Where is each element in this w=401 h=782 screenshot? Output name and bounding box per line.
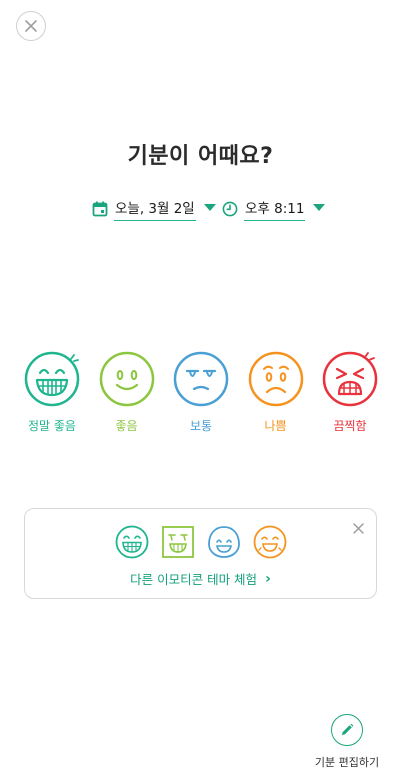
time-caret-icon <box>313 203 326 211</box>
date-caret-icon <box>203 203 216 211</box>
date-picker[interactable]: 오늘, 3월 2일 <box>92 197 216 221</box>
edit-mood-button[interactable]: 기분 편집하기 <box>314 714 380 770</box>
mood-meh[interactable]: 보통 <box>169 351 233 434</box>
mood-label: 좋음 <box>115 419 138 433</box>
emoji-theme-card: 다른 이모티콘 테마 체험 › <box>24 508 377 599</box>
time-value: 오후 8:11 <box>244 197 306 221</box>
pencil-icon <box>342 723 354 735</box>
theme-preview-icons <box>25 525 376 559</box>
calendar-icon <box>92 201 108 217</box>
blob-face-icon <box>207 526 240 558</box>
square-face-icon <box>161 526 194 558</box>
mood-label: 정말 좋음 <box>28 419 76 433</box>
date-value: 오늘, 3월 2일 <box>114 197 196 221</box>
time-picker[interactable]: 오후 8:11 <box>222 197 326 221</box>
close-icon <box>25 20 37 32</box>
mood-selector: 정말 좋음 좋음 보통 나쁨 끔찍함 <box>20 351 382 434</box>
meh-face-icon <box>173 351 229 407</box>
try-other-theme-link[interactable]: 다른 이모티콘 테마 체험 › <box>25 569 376 588</box>
rad-face-icon <box>24 351 80 407</box>
page-title: 기분이 어때요? <box>127 144 274 169</box>
edit-mood-icon-circle <box>331 714 363 746</box>
chevron-right-icon: › <box>265 570 271 587</box>
awful-face-icon <box>322 351 378 407</box>
mood-label: 나쁨 <box>264 419 287 433</box>
grinning-face-icon <box>115 525 148 559</box>
mood-rad[interactable]: 정말 좋음 <box>20 351 84 434</box>
mood-label: 끔찍함 <box>333 419 367 433</box>
good-face-icon <box>99 351 154 407</box>
smiling-face-icon <box>253 525 286 559</box>
bad-face-icon <box>248 351 303 407</box>
mood-awful[interactable]: 끔찍함 <box>318 351 382 434</box>
clock-icon <box>222 201 238 217</box>
mood-label: 보통 <box>189 419 213 433</box>
theme-link-label: 다른 이모티콘 테마 체험 <box>130 572 258 587</box>
mood-bad[interactable]: 나쁨 <box>244 351 308 434</box>
mood-good[interactable]: 좋음 <box>95 351 159 434</box>
close-button[interactable] <box>16 11 46 41</box>
edit-mood-label: 기분 편집하기 <box>314 756 380 769</box>
